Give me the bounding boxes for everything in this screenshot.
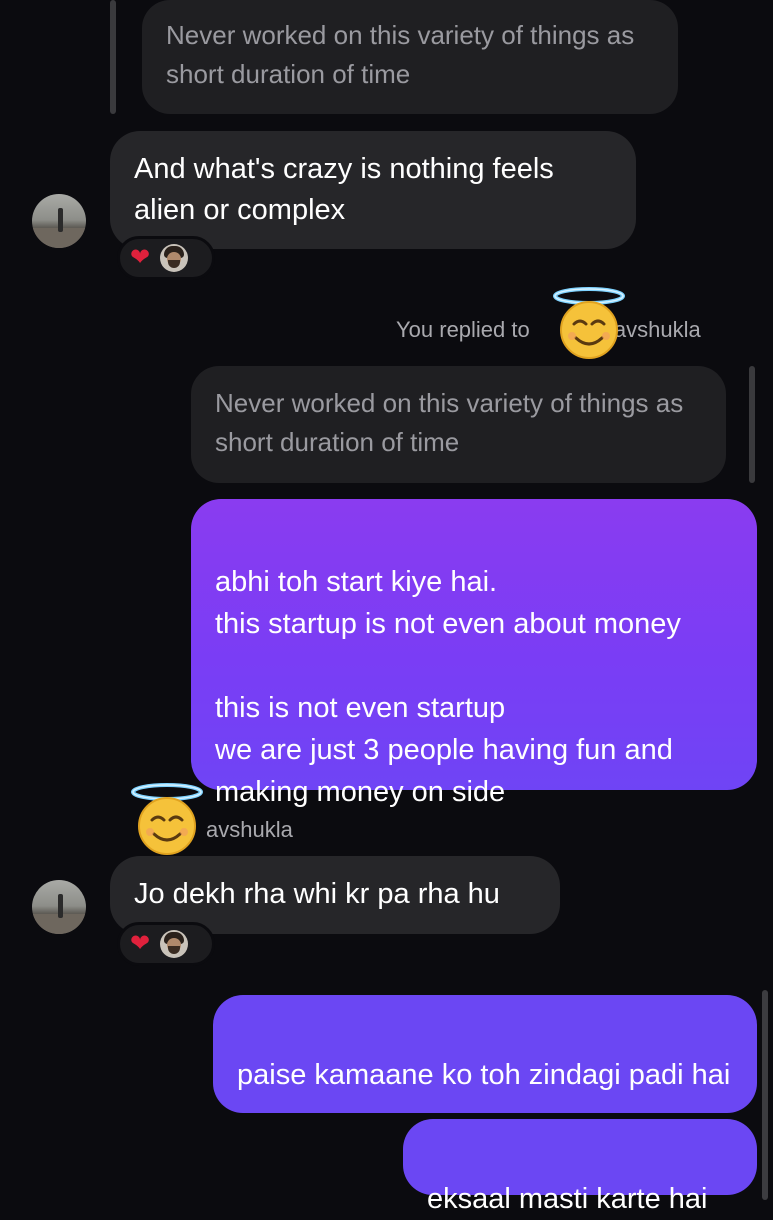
quoted-message-text: Never worked on this variety of things a…: [166, 20, 635, 89]
message-text: paise kamaane ko toh zindagi padi hai: [237, 1059, 731, 1091]
message-reactions[interactable]: ❤: [117, 922, 215, 966]
outgoing-message-bubble[interactable]: abhi toh start kiye hai. this startup is…: [191, 499, 757, 808]
message-text: And what's crazy is nothing feels alien …: [134, 153, 554, 226]
smiling-face-with-halo-icon: [131, 783, 203, 855]
sender-name-text: avshukla: [206, 817, 293, 842]
quoted-message-text: Never worked on this variety of things a…: [215, 388, 684, 457]
contact-avatar[interactable]: [32, 880, 86, 934]
heart-icon: ❤: [130, 244, 151, 271]
quoted-message[interactable]: Never worked on this variety of things a…: [142, 0, 678, 114]
message-text: abhi toh start kiye hai. this startup is…: [215, 566, 681, 808]
quoted-message[interactable]: Never worked on this variety of things a…: [191, 366, 726, 483]
reply-meta-prefix: You replied to: [396, 317, 536, 342]
heart-icon: ❤: [130, 930, 151, 957]
sender-name: avshukla: [206, 817, 293, 843]
reply-meta-name: avshukla: [613, 317, 701, 342]
message-text: eksaal masti karte hai: [427, 1183, 708, 1215]
reply-quote-bar: [110, 0, 116, 114]
message-text: Jo dekh rha whi kr pa rha hu: [134, 878, 500, 910]
scrollbar[interactable]: [762, 990, 768, 1200]
contact-avatar[interactable]: [32, 194, 86, 248]
reactor-avatar: [160, 930, 189, 958]
incoming-message-bubble[interactable]: And what's crazy is nothing feels alien …: [110, 131, 636, 249]
outgoing-message-bubble[interactable]: eksaal masti karte hai: [403, 1119, 757, 1215]
reply-quote-bar: [749, 366, 755, 483]
smiling-face-with-halo-icon: [553, 287, 625, 359]
outgoing-message-bubble[interactable]: paise kamaane ko toh zindagi padi hai: [213, 995, 757, 1113]
message-reactions[interactable]: ❤: [117, 236, 215, 280]
reactor-avatar: [160, 244, 189, 272]
